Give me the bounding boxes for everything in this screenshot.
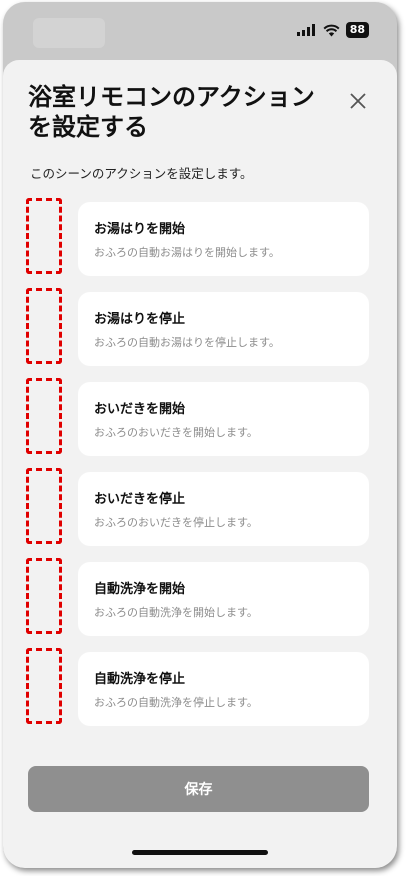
action-subtitle: おふろの自動お湯はりを停止します。	[94, 336, 280, 349]
action-title: お湯はりを停止	[94, 312, 186, 327]
action-row: 自動洗浄を停止 おふろの自動洗浄を停止します。	[3, 648, 397, 732]
action-card-reheat-start[interactable]: おいだきを開始 おふろのおいだきを開始します。	[78, 382, 369, 456]
action-row: 自動洗浄を開始 おふろの自動洗浄を開始します。	[3, 558, 397, 642]
action-title: 自動洗浄を開始	[94, 582, 186, 597]
action-card-auto-clean-stop[interactable]: 自動洗浄を停止 おふろの自動洗浄を停止します。	[78, 652, 369, 726]
action-row: お湯はりを開始 おふろの自動お湯はりを開始します。	[3, 198, 397, 282]
action-card-bath-fill-stop[interactable]: お湯はりを停止 おふろの自動お湯はりを停止します。	[78, 292, 369, 366]
action-icon-placeholder	[26, 288, 62, 364]
close-icon	[350, 93, 366, 109]
action-title: おいだきを開始	[94, 402, 186, 417]
status-icons: 88	[296, 22, 369, 38]
action-icon-placeholder	[26, 468, 62, 544]
action-card-bath-fill-start[interactable]: お湯はりを開始 おふろの自動お湯はりを開始します。	[78, 202, 369, 276]
battery-indicator: 88	[345, 22, 369, 38]
action-row: おいだきを停止 おふろのおいだきを停止します。	[3, 468, 397, 552]
action-title: おいだきを停止	[94, 492, 186, 507]
action-card-reheat-stop[interactable]: おいだきを停止 おふろのおいだきを停止します。	[78, 472, 369, 546]
action-icon-placeholder	[26, 378, 62, 454]
wifi-icon	[323, 24, 340, 36]
action-icon-placeholder	[26, 198, 62, 274]
action-settings-sheet: 浴室リモコンのアクションを設定する このシーンのアクションを設定します。 お湯は…	[3, 60, 397, 868]
signal-icon	[296, 24, 315, 36]
status-bar: 88	[3, 2, 397, 62]
action-title: お湯はりを開始	[94, 222, 186, 237]
action-card-auto-clean-start[interactable]: 自動洗浄を開始 おふろの自動洗浄を開始します。	[78, 562, 369, 636]
home-indicator	[132, 850, 268, 855]
action-subtitle: おふろのおいだきを開始します。	[94, 426, 258, 439]
action-subtitle: おふろのおいだきを停止します。	[94, 516, 258, 529]
action-row: おいだきを開始 おふろのおいだきを開始します。	[3, 378, 397, 462]
action-icon-placeholder	[26, 558, 62, 634]
action-subtitle: おふろの自動洗浄を停止します。	[94, 696, 258, 709]
save-button[interactable]: 保存	[28, 766, 369, 812]
action-subtitle: おふろの自動洗浄を開始します。	[94, 606, 258, 619]
phone-screen: 88 浴室リモコンのアクションを設定する このシーンのアクションを設定します。 …	[3, 2, 397, 868]
close-button[interactable]	[347, 90, 369, 112]
action-title: 自動洗浄を停止	[94, 672, 186, 687]
dialog-title: 浴室リモコンのアクションを設定する	[28, 83, 315, 141]
action-subtitle: おふろの自動お湯はりを開始します。	[94, 246, 280, 259]
action-icon-placeholder	[26, 648, 62, 724]
status-time-blurred	[33, 18, 105, 48]
dialog-description: このシーンのアクションを設定します。	[30, 166, 253, 181]
action-row: お湯はりを停止 おふろの自動お湯はりを停止します。	[3, 288, 397, 372]
